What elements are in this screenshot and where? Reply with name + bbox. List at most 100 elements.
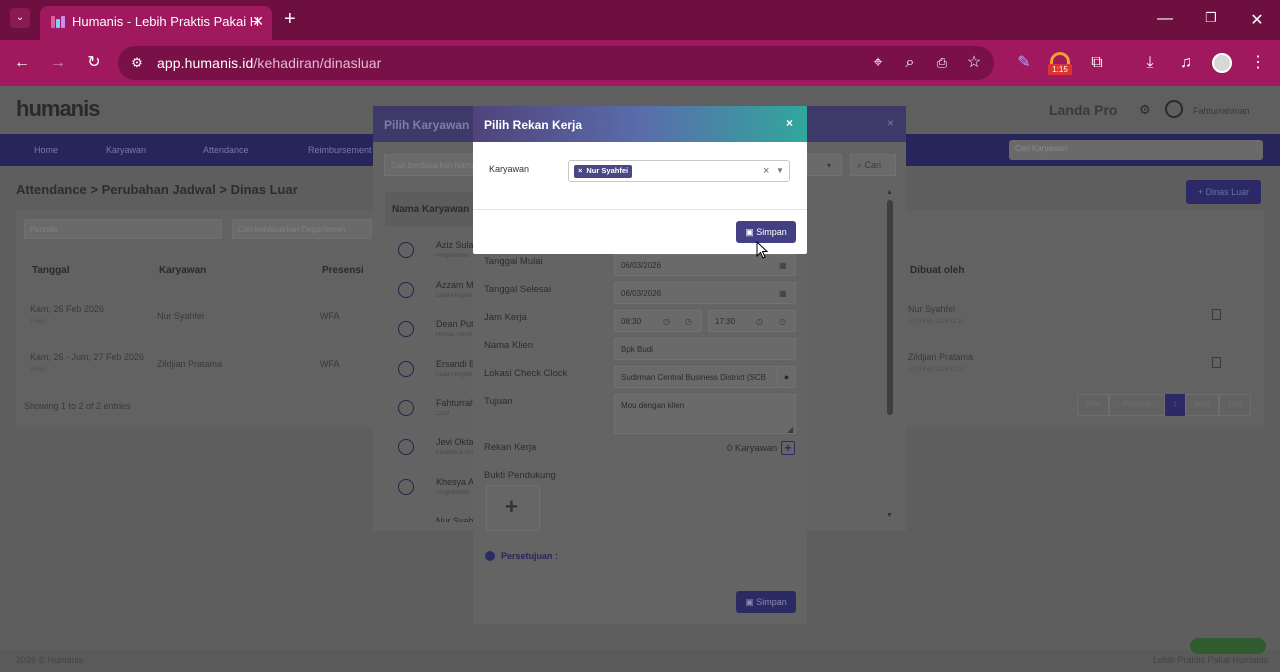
window-close-icon[interactable]: ✕ xyxy=(1247,10,1267,30)
site-info-icon[interactable]: ⚙ xyxy=(127,53,147,73)
page-last[interactable]: Last xyxy=(1219,394,1251,416)
label-rekan-kerja: Rekan Kerja xyxy=(484,442,537,453)
humanis-favicon-icon xyxy=(51,16,65,28)
employee-name[interactable]: Khesya A xyxy=(436,477,474,487)
clock-icon[interactable]: ◷ xyxy=(756,317,763,326)
department-filter[interactable]: Cari berdasarkan Departemen xyxy=(232,219,372,239)
tab-search-button[interactable]: ⌄ xyxy=(10,8,30,28)
label-bukti-pendukung: Bukti Pendukung xyxy=(484,470,556,481)
footer-tagline: Lebih Praktis Pakai Humanis xyxy=(1153,655,1269,665)
delete-icon[interactable] xyxy=(1212,357,1221,368)
tab-title: Humanis - Lebih Praktis Pakai H xyxy=(72,14,260,29)
row-days: 2 Hari xyxy=(30,367,47,373)
employee-dialog-close-icon[interactable]: × xyxy=(887,116,894,130)
nav-reimbursement[interactable]: Reimbursement xyxy=(308,145,372,155)
nav-attendance[interactable]: Attendance xyxy=(203,145,249,155)
tanggal-mulai-input[interactable]: 06/03/2026 xyxy=(614,254,796,276)
delete-icon[interactable] xyxy=(1212,309,1221,320)
add-rekan-kerja-icon[interactable]: + xyxy=(781,441,795,455)
employee-role: Programmer xyxy=(436,490,470,496)
tanggal-selesai-input[interactable]: 06/03/2026 xyxy=(614,282,796,304)
settings-gear-icon[interactable]: ⚙ xyxy=(1139,102,1151,118)
label-tanggal-mulai: Tanggal Mulai xyxy=(484,256,543,267)
chat-widget-button[interactable] xyxy=(1190,638,1266,654)
modal-save-button[interactable]: ▣ Simpan xyxy=(736,221,796,243)
page-previous[interactable]: Previous xyxy=(1109,394,1165,416)
employee-search-input[interactable]: Cari Karyawan xyxy=(1009,140,1263,160)
row-presence: WFA xyxy=(320,311,340,321)
download-icon[interactable]: ⤓ xyxy=(1140,53,1160,73)
extension-feather-icon[interactable]: ✎ xyxy=(1014,53,1034,73)
user-avatar-icon[interactable] xyxy=(1165,100,1183,118)
page-next[interactable]: Next xyxy=(1185,394,1219,416)
label-tujuan: Tujuan xyxy=(484,396,513,407)
nav-home[interactable]: Home xyxy=(34,145,58,155)
employee-name[interactable]: Fahturrahman xyxy=(436,398,474,408)
new-tab-button[interactable]: + xyxy=(284,8,296,30)
install-app-icon[interactable]: ⎙ xyxy=(932,53,952,73)
employee-name[interactable]: Nur Syahfei xyxy=(436,516,474,522)
employee-name[interactable]: Azzam M xyxy=(436,280,474,290)
company-name[interactable]: Landa Pro xyxy=(1049,102,1117,118)
modal-close-icon[interactable]: × xyxy=(786,116,793,130)
browser-menu-icon[interactable]: ⋮ xyxy=(1248,53,1268,73)
employee-name[interactable]: Aziz Sulaiman xyxy=(436,240,474,250)
extensions-puzzle-icon[interactable]: ⧉ xyxy=(1087,53,1107,73)
back-icon[interactable]: ← xyxy=(12,53,32,73)
row-employee: Zildjian Pratama xyxy=(157,359,223,369)
clear-selection-icon[interactable]: × xyxy=(763,165,769,177)
clock-icon[interactable]: ◷ xyxy=(685,317,692,326)
calendar-icon[interactable]: ▦ xyxy=(779,261,787,270)
employee-name[interactable]: Ersandi B xyxy=(436,359,474,369)
add-dinas-luar-button[interactable]: + Dinas Luar xyxy=(1186,180,1261,204)
remove-chip-icon[interactable]: × xyxy=(578,166,582,175)
app-footer xyxy=(0,650,1280,672)
nama-klien-input[interactable]: Bpk Budi xyxy=(614,338,796,360)
row-employee: Nur Syahfei xyxy=(157,311,205,321)
employee-name-search[interactable]: Cari berdasarkan Nama xyxy=(384,154,476,176)
employee-name[interactable]: Jevi Oktavia xyxy=(436,437,474,447)
bookmark-star-icon[interactable]: ☆ xyxy=(964,53,984,73)
clock-icon[interactable]: ◷ xyxy=(663,317,670,326)
tujuan-textarea[interactable]: Mou dengan klien xyxy=(614,394,796,434)
employee-filter-select[interactable]: ▾ xyxy=(806,154,842,176)
lokasi-input[interactable]: Sudirman Central Business District (SCB xyxy=(614,366,796,388)
scroll-down-icon[interactable]: ▼ xyxy=(886,512,893,519)
profile-avatar[interactable] xyxy=(1212,53,1232,73)
row-date: Kam, 26 - Jum, 27 Feb 2026 xyxy=(30,352,145,362)
close-tab-icon[interactable]: ✕ xyxy=(252,13,264,30)
modal-divider xyxy=(473,209,807,210)
form-save-button[interactable]: ▣ Simpan xyxy=(736,591,796,613)
row-created-at: at 24 Feb 2026 12:14 xyxy=(908,367,966,373)
forward-icon[interactable]: → xyxy=(48,53,68,73)
modal-title: Pilih Rekan Kerja xyxy=(484,118,583,132)
employee-role: Lead Programmer xyxy=(436,293,474,299)
selected-employee-chip[interactable]: × Nur Syahfei xyxy=(574,165,633,178)
zoom-icon[interactable]: ⌕ xyxy=(900,53,920,73)
extension-timer-icon[interactable]: 1:15 xyxy=(1048,52,1072,76)
browser-tab[interactable]: Humanis - Lebih Praktis Pakai H ✕ xyxy=(40,6,272,40)
nav-karyawan[interactable]: Karyawan xyxy=(106,145,146,155)
page-first[interactable]: First xyxy=(1077,394,1109,416)
page-1[interactable]: 1 xyxy=(1165,394,1185,416)
restore-icon[interactable]: ❐ xyxy=(1201,10,1221,26)
media-control-icon[interactable]: ♫ xyxy=(1176,53,1196,73)
breadcrumb: Attendance > Perubahan Jadwal > Dinas Lu… xyxy=(16,182,298,197)
employee-name[interactable]: Dean Putra xyxy=(436,319,474,329)
periode-filter[interactable]: Periode xyxy=(24,219,222,239)
humanis-logo[interactable]: humanis xyxy=(16,96,100,122)
employee-list-scrollbar[interactable] xyxy=(887,200,893,415)
clock-icon[interactable]: ◷ xyxy=(779,317,786,326)
user-name[interactable]: Fahturrahman xyxy=(1193,106,1250,116)
resize-handle-icon[interactable]: ◢ xyxy=(787,425,793,434)
reload-icon[interactable]: ↻ xyxy=(84,53,104,73)
scroll-up-icon[interactable]: ▲ xyxy=(886,189,893,196)
url-text[interactable]: app.humanis.id/kehadiran/dinasluar xyxy=(157,55,381,71)
calendar-icon[interactable]: ▦ xyxy=(779,289,787,298)
footer-copyright: 2026 © Humanis xyxy=(16,655,84,665)
chevron-down-icon[interactable]: ▼ xyxy=(776,166,784,175)
minimize-icon[interactable]: — xyxy=(1155,10,1175,28)
location-icon[interactable]: ⌖ xyxy=(868,53,888,73)
employee-search-button[interactable]: ⌕ Cari xyxy=(850,154,896,176)
map-pin-icon[interactable]: ● xyxy=(777,367,795,387)
